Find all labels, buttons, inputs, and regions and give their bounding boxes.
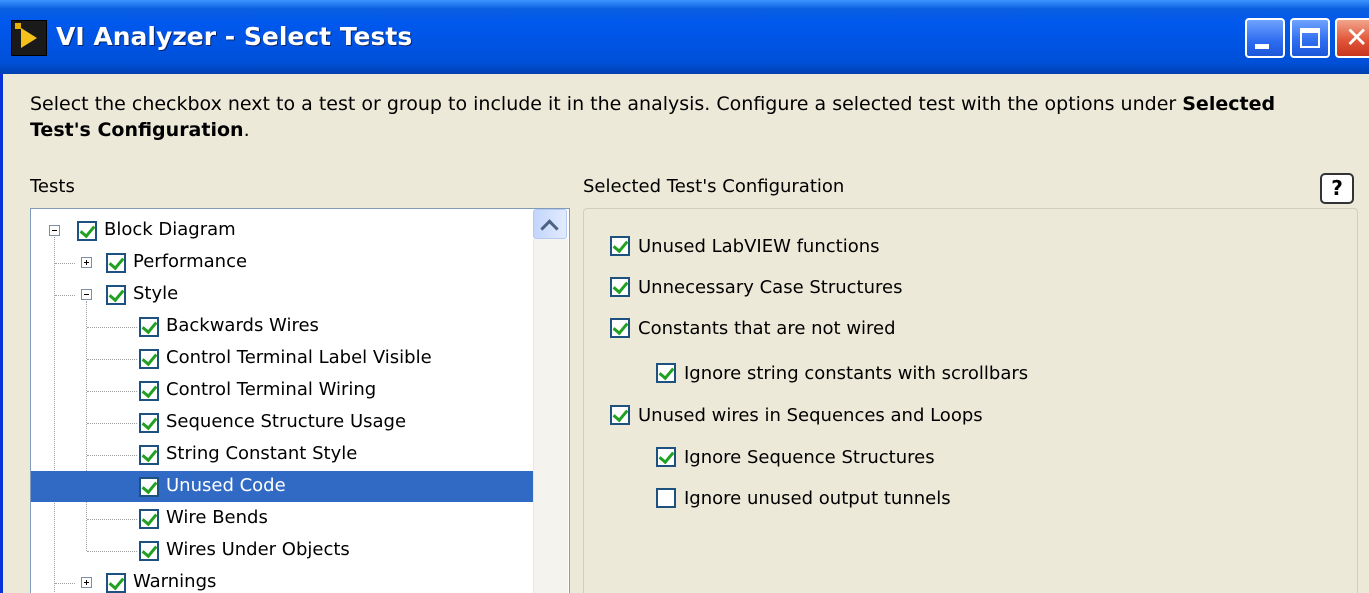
tree-item-label: Warnings	[133, 571, 217, 592]
tree-item-label: Wires Under Objects	[166, 539, 350, 560]
tests-tree[interactable]: Block Diagram Performance Style Backwards W…	[30, 208, 570, 593]
tree-item-checkbox[interactable]	[106, 253, 126, 273]
tree-item-label: Style	[133, 283, 179, 304]
tree-item-label: Wire Bends	[166, 507, 268, 528]
config-option-checkbox[interactable]	[610, 236, 630, 256]
tree-item[interactable]: Wires Under Objects	[31, 534, 533, 566]
config-option-label: Ignore string constants with scrollbars	[684, 363, 1029, 384]
tree-item-checkbox[interactable]	[139, 477, 159, 497]
checkmark-icon	[141, 317, 158, 335]
config-option-label: Ignore Sequence Structures	[684, 447, 935, 468]
tree-item-checkbox[interactable]	[106, 573, 126, 593]
help-button[interactable]: ?	[1320, 173, 1354, 204]
tree-item[interactable]: Style	[31, 278, 533, 310]
minimize-button[interactable]	[1245, 18, 1285, 58]
checkmark-icon	[141, 509, 158, 527]
checkmark-icon	[108, 285, 125, 303]
tree-item[interactable]: Wire Bends	[31, 502, 533, 534]
tree-item[interactable]: Sequence Structure Usage	[31, 406, 533, 438]
close-button[interactable]: ✕	[1335, 18, 1369, 58]
tree-item-label: Performance	[133, 251, 248, 272]
checkmark-icon	[141, 445, 158, 463]
tree-item-checkbox[interactable]	[106, 285, 126, 305]
tree-item-checkbox[interactable]	[139, 413, 159, 433]
config-option-label: Unused wires in Sequences and Loops	[638, 405, 983, 426]
maximize-icon	[1300, 28, 1320, 48]
checkmark-icon	[612, 318, 629, 336]
tests-label: Tests	[30, 176, 75, 197]
tree-item[interactable]: Performance	[31, 246, 533, 278]
vertical-scrollbar[interactable]	[533, 239, 568, 593]
tree-item-label: Sequence Structure Usage	[166, 411, 407, 432]
checkmark-icon	[141, 541, 158, 559]
title-bar[interactable]: VI Analyzer - Select Tests ✕	[0, 0, 1369, 74]
tree-item-label: Backwards Wires	[166, 315, 319, 336]
checkmark-icon	[108, 253, 125, 271]
tree-item-label: Unused Code	[164, 473, 288, 499]
config-option-label: Unnecessary Case Structures	[638, 277, 903, 298]
labview-app-icon	[11, 20, 47, 56]
instructions-bold-1: Selected	[1182, 93, 1276, 115]
instructions-line1: Select the checkbox next to a test or gr…	[30, 93, 1183, 115]
tree-item-checkbox[interactable]	[77, 221, 97, 241]
collapse-icon[interactable]	[49, 225, 60, 236]
tree-item[interactable]: Warnings	[31, 566, 533, 593]
instructions-bold-2: Test's Configuration	[30, 119, 244, 141]
checkmark-icon	[612, 236, 629, 254]
config-option-checkbox[interactable]	[610, 405, 630, 425]
config-option-checkbox[interactable]	[656, 363, 676, 383]
tree-item-checkbox[interactable]	[139, 445, 159, 465]
scroll-up-button[interactable]	[533, 209, 567, 239]
tree-item-checkbox[interactable]	[139, 317, 159, 337]
maximize-button[interactable]	[1290, 18, 1330, 58]
checkmark-icon	[612, 405, 629, 423]
config-option-checkbox[interactable]	[656, 447, 676, 467]
window-title: VI Analyzer - Select Tests	[56, 22, 413, 51]
tree-item-checkbox[interactable]	[139, 381, 159, 401]
tree-item-label: Control Terminal Label Visible	[166, 347, 432, 368]
tree-item[interactable]: Control Terminal Label Visible	[31, 342, 533, 374]
expand-icon[interactable]	[81, 257, 92, 268]
help-icon: ?	[1331, 176, 1343, 200]
expand-icon[interactable]	[81, 577, 92, 588]
config-option-checkbox[interactable]	[656, 488, 676, 508]
tree-item[interactable]: Block Diagram	[31, 214, 533, 246]
tree-item[interactable]: Unused Code	[31, 470, 533, 502]
minimize-icon	[1255, 44, 1269, 49]
tree-item[interactable]: Backwards Wires	[31, 310, 533, 342]
config-option-label: Constants that are not wired	[638, 318, 896, 339]
config-label: Selected Test's Configuration	[583, 176, 845, 197]
checkmark-icon	[141, 413, 158, 431]
tree-item-checkbox[interactable]	[139, 349, 159, 369]
config-option-label: Unused LabVIEW functions	[638, 236, 880, 257]
instructions-line2-suffix: .	[243, 119, 250, 141]
chevron-up-icon	[540, 219, 559, 238]
checkmark-icon	[108, 573, 125, 591]
tree-item-label: String Constant Style	[166, 443, 358, 464]
tree-item-label: Control Terminal Wiring	[166, 379, 377, 400]
collapse-icon[interactable]	[81, 289, 92, 300]
window-frame-left	[0, 74, 3, 593]
checkmark-icon	[141, 477, 158, 495]
tree-item-checkbox[interactable]	[139, 509, 159, 529]
tree-item-checkbox[interactable]	[139, 541, 159, 561]
instructions-text: Select the checkbox next to a test or gr…	[30, 91, 1330, 143]
checkmark-icon	[612, 277, 629, 295]
config-option-checkbox[interactable]	[610, 277, 630, 297]
config-option-checkbox[interactable]	[610, 318, 630, 338]
tree-item[interactable]: String Constant Style	[31, 438, 533, 470]
config-panel: Unused LabVIEW functions Unnecessary Case…	[583, 208, 1358, 593]
checkmark-icon	[141, 349, 158, 367]
close-icon: ✕	[1345, 21, 1369, 54]
config-option-label: Ignore unused output tunnels	[684, 488, 951, 509]
checkmark-icon	[658, 363, 675, 381]
checkmark-icon	[79, 221, 96, 239]
tree-item[interactable]: Control Terminal Wiring	[31, 374, 533, 406]
tree-item-label: Block Diagram	[104, 219, 236, 240]
checkmark-icon	[141, 381, 158, 399]
checkmark-icon	[658, 447, 675, 465]
